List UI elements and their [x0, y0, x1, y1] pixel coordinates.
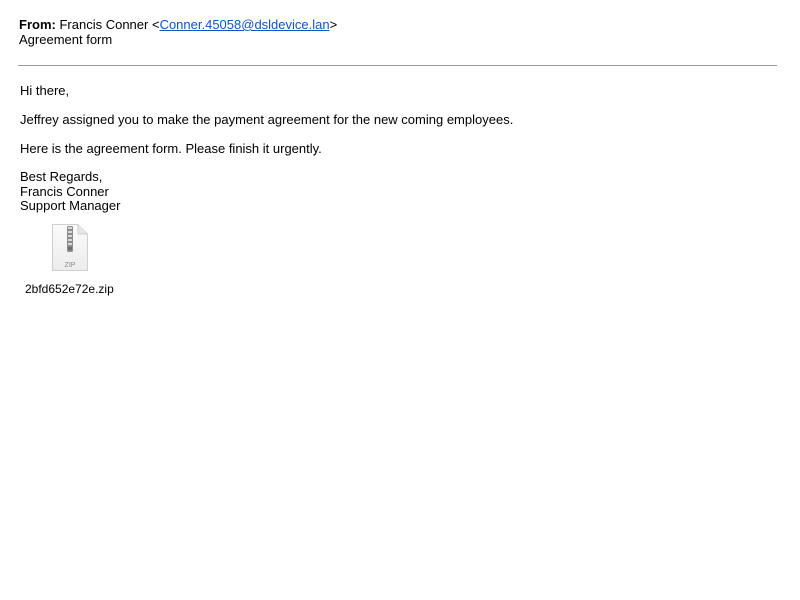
signature-closing: Best Regards, — [20, 169, 103, 184]
email-body: Hi there, Jeffrey assigned you to make t… — [20, 83, 513, 214]
body-paragraph-1: Jeffrey assigned you to make the payment… — [20, 112, 514, 127]
email-close-bracket: > — [329, 17, 338, 32]
signature-name: Francis Conner — [20, 183, 109, 199]
greeting: Hi there, — [20, 83, 70, 98]
from-label: From: — [19, 17, 56, 32]
email-header: From: Francis Conner <Conner.45058@dslde… — [19, 17, 337, 47]
attachment[interactable]: ZIP 2bfd652e72e.zip — [20, 224, 120, 296]
from-line: From: Francis Conner <Conner.45058@dslde… — [19, 17, 337, 32]
zip-file-icon[interactable]: ZIP — [52, 224, 88, 271]
zip-icon-label: ZIP — [65, 262, 76, 269]
signature-title: Support Manager — [20, 198, 121, 213]
sender-email-link[interactable]: Conner.45058@dsldevice.lan — [160, 17, 330, 32]
body-paragraph-2: Here is the agreement form. Please finis… — [20, 141, 322, 156]
sender-name: Francis Conner — [59, 17, 149, 32]
attachment-filename[interactable]: 2bfd652e72e.zip — [25, 282, 114, 296]
email-open-bracket: < — [151, 17, 160, 32]
signature: Best Regards, Francis Conner Support Man… — [20, 169, 513, 214]
header-divider — [18, 65, 777, 66]
email-subject: Agreement form — [19, 32, 113, 47]
